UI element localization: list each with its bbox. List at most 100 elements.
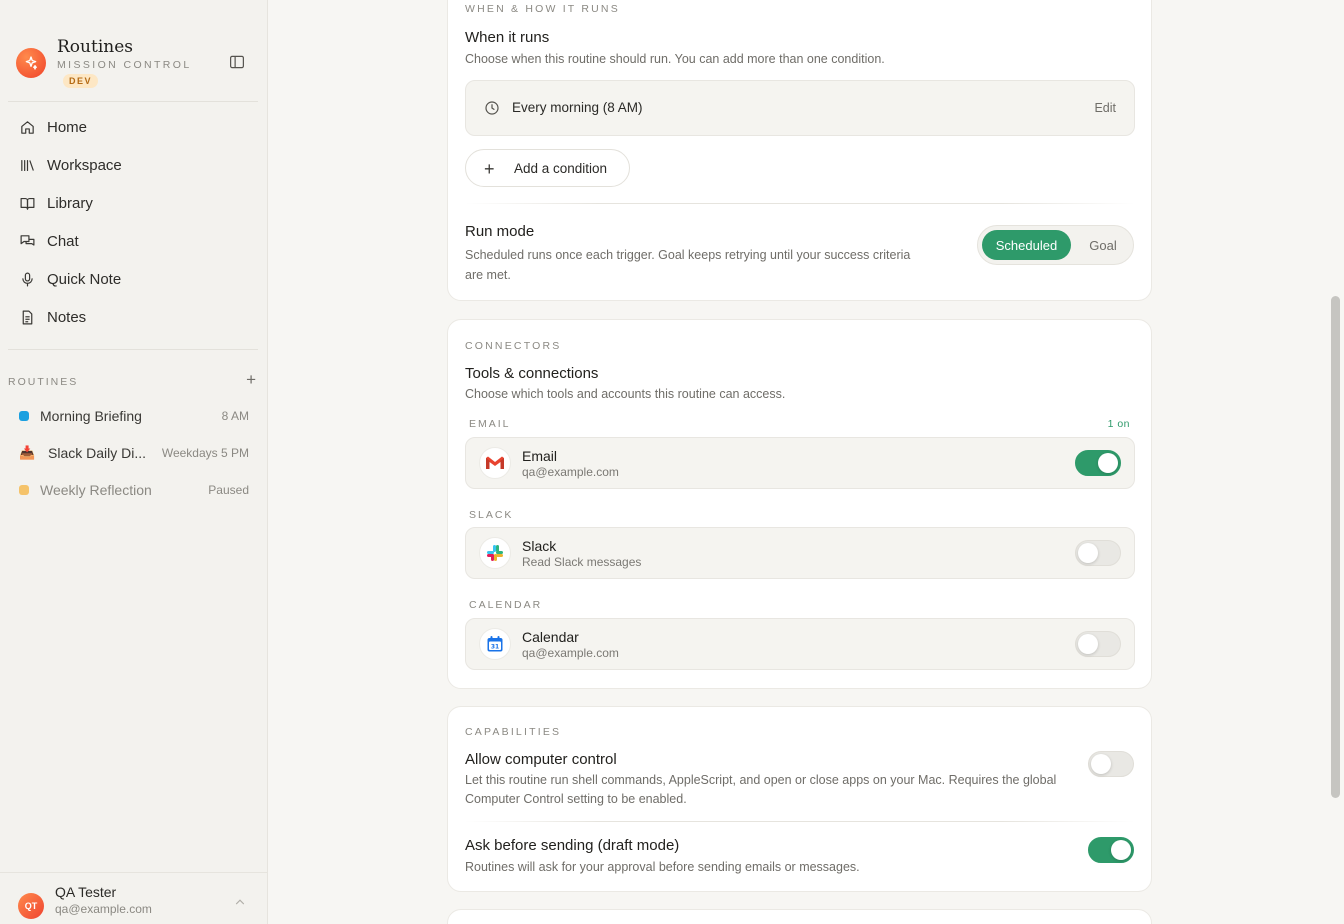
computer-control-title: Allow computer control xyxy=(465,751,617,768)
connector-description: Read Slack messages xyxy=(522,555,642,569)
nav-item-chat[interactable]: Chat xyxy=(8,222,258,260)
microphone-icon xyxy=(22,272,33,286)
mode-scheduled-button[interactable]: Scheduled xyxy=(982,230,1071,260)
nav-item-quick-note[interactable]: Quick Note xyxy=(8,260,258,298)
computer-control-description: Let this routine run shell commands, App… xyxy=(465,773,1057,787)
nav-label: Home xyxy=(47,118,88,136)
routines-header: ROUTINES + xyxy=(8,370,258,390)
connector-account: qa@example.com xyxy=(522,646,619,660)
section-title: Tools & connections xyxy=(465,365,599,382)
section-eyebrow: WHEN & HOW IT RUNS xyxy=(465,3,620,15)
group-label-calendar: CALENDAR xyxy=(469,599,543,611)
connector-name: Email xyxy=(522,448,558,464)
user-profile[interactable]: QT QA Tester qa@example.com xyxy=(0,872,268,924)
main-content: WHEN & HOW IT RUNS When it runs Choose w… xyxy=(268,0,1344,924)
calendar-toggle[interactable] xyxy=(1075,631,1121,657)
routine-item-morning-briefing[interactable]: Morning Briefing 8 AM xyxy=(8,397,258,434)
connector-account: qa@example.com xyxy=(522,465,619,479)
nav-label: Library xyxy=(47,194,93,212)
section-description: Choose which tools and accounts this rou… xyxy=(465,387,786,401)
run-mode-description-cont: are met. xyxy=(465,268,511,282)
svg-text:31: 31 xyxy=(491,644,499,651)
section-title: When it runs xyxy=(465,29,550,46)
computer-control-toggle[interactable] xyxy=(1088,751,1134,777)
draft-mode-description: Routines will ask for your approval befo… xyxy=(465,860,860,874)
mode-goal-button[interactable]: Goal xyxy=(1076,230,1130,260)
clock-icon xyxy=(485,101,499,115)
plus-icon: + xyxy=(484,159,495,179)
env-badge: DEV xyxy=(63,74,99,88)
avatar: QT xyxy=(18,893,44,919)
routine-item-slack-daily[interactable]: 📥 Slack Daily Di... Weekdays 5 PM xyxy=(8,434,258,471)
slack-icon xyxy=(479,537,511,569)
group-label-slack: SLACK xyxy=(469,509,514,521)
connector-row-email: Email qa@example.com xyxy=(465,437,1135,489)
document-icon xyxy=(22,310,33,324)
nav-label: Chat xyxy=(47,232,79,250)
nav-label: Workspace xyxy=(47,156,122,174)
chat-icon xyxy=(20,234,35,246)
books-icon xyxy=(21,159,34,171)
computer-control-description-cont: Computer Control setting to be enabled. xyxy=(465,792,687,806)
run-mode-segmented-control: Scheduled Goal xyxy=(977,225,1134,265)
section-description: Choose when this routine should run. You… xyxy=(465,52,885,66)
add-condition-button[interactable]: + Add a condition xyxy=(465,149,630,187)
section-eyebrow: CAPABILITIES xyxy=(465,726,562,738)
routine-name: Weekly Reflection xyxy=(40,481,152,498)
slack-toggle[interactable] xyxy=(1075,540,1121,566)
nav-item-notes[interactable]: Notes xyxy=(8,298,258,336)
calendar-icon: 31 xyxy=(479,628,511,660)
nav-item-workspace[interactable]: Workspace xyxy=(8,146,258,184)
routine-schedule: 8 AM xyxy=(221,408,249,423)
routine-color-dot xyxy=(19,484,29,495)
inbox-tray-icon: 📥 xyxy=(19,444,36,460)
run-mode-description: Scheduled runs once each trigger. Goal k… xyxy=(465,248,911,262)
routine-name: Morning Briefing xyxy=(40,407,142,424)
sidebar: Routines MISSION CONTROL DEV Home Worksp… xyxy=(0,0,268,924)
routine-list: Morning Briefing 8 AM 📥 Slack Daily Di..… xyxy=(8,397,258,508)
chevron-up-icon xyxy=(235,899,245,905)
connector-name: Slack xyxy=(522,538,557,554)
next-card xyxy=(447,909,1152,924)
draft-mode-title: Ask before sending (draft mode) xyxy=(465,837,680,854)
nav-label: Quick Note xyxy=(47,270,122,288)
nav-item-library[interactable]: Library xyxy=(8,184,258,222)
draft-mode-toggle[interactable] xyxy=(1088,837,1134,863)
nav-item-home[interactable]: Home xyxy=(8,108,258,146)
routine-name: Slack Daily Di... xyxy=(48,444,147,461)
connector-row-calendar: 31 Calendar qa@example.com xyxy=(465,618,1135,670)
main-nav: Home Workspace Library Chat Quick Note N… xyxy=(8,108,258,336)
connectors-card: CONNECTORS Tools & connections Choose wh… xyxy=(447,319,1152,689)
condition-text: Every morning (8 AM) xyxy=(512,100,643,115)
email-toggle[interactable] xyxy=(1075,450,1121,476)
edit-condition-button[interactable]: Edit xyxy=(1094,101,1116,115)
enabled-count: 1 on xyxy=(1107,418,1130,430)
connector-name: Calendar xyxy=(522,629,579,645)
routines-label: ROUTINES xyxy=(8,376,79,388)
section-divider xyxy=(465,821,1135,822)
run-mode-title: Run mode xyxy=(465,223,535,240)
home-icon xyxy=(21,120,34,134)
connector-row-slack: Slack Read Slack messages xyxy=(465,527,1135,579)
sparkle-logo-icon xyxy=(16,48,46,78)
routine-item-weekly-reflection[interactable]: Weekly Reflection Paused xyxy=(8,471,258,508)
gmail-icon xyxy=(479,447,511,479)
section-divider xyxy=(465,203,1135,204)
schedule-card: WHEN & HOW IT RUNS When it runs Choose w… xyxy=(447,0,1152,301)
sidebar-divider xyxy=(8,101,258,102)
add-routine-button[interactable]: + xyxy=(246,370,256,390)
condition-row: Every morning (8 AM) Edit xyxy=(465,80,1135,136)
section-eyebrow: CONNECTORS xyxy=(465,340,562,352)
vertical-scrollbar[interactable] xyxy=(1331,296,1340,798)
user-email: qa@example.com xyxy=(55,902,152,916)
routine-status: Paused xyxy=(208,482,249,497)
brand-subtitle: MISSION CONTROL xyxy=(57,59,192,71)
sidebar-toggle-icon[interactable] xyxy=(228,53,246,71)
brand: Routines MISSION CONTROL DEV xyxy=(16,36,252,92)
routine-color-dot xyxy=(19,410,29,421)
sidebar-divider xyxy=(8,349,258,350)
brand-title: Routines xyxy=(57,37,133,57)
user-name: QA Tester xyxy=(55,884,117,900)
nav-label: Notes xyxy=(47,308,87,326)
book-open-icon xyxy=(20,197,35,210)
